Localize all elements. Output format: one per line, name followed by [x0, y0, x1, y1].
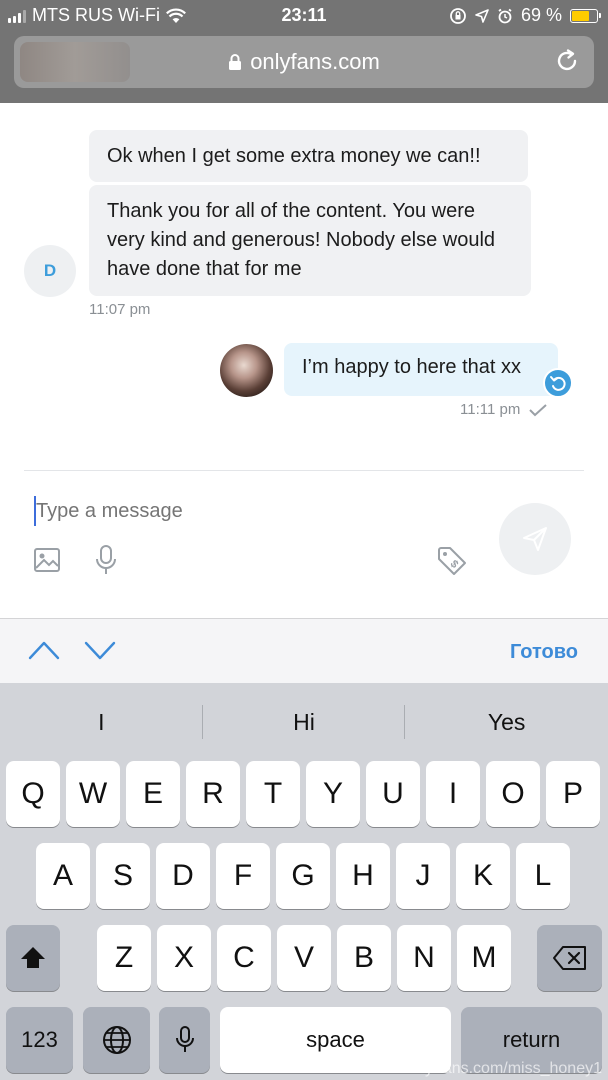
key-b[interactable]: B [337, 925, 391, 991]
image-icon[interactable] [33, 546, 61, 574]
incoming-message[interactable]: Thank you for all of the content. You we… [89, 185, 531, 296]
reload-icon[interactable] [554, 48, 580, 74]
key-d[interactable]: D [156, 843, 210, 909]
url-text: onlyfans.com [250, 49, 380, 74]
message-input[interactable] [34, 496, 454, 526]
key-z[interactable]: Z [97, 925, 151, 991]
contact-avatar[interactable]: D [24, 245, 76, 297]
divider [24, 470, 584, 471]
suggestion[interactable]: Hi [203, 683, 406, 755]
numbers-key[interactable]: 123 [6, 1007, 73, 1073]
chevron-up-icon[interactable] [28, 639, 60, 661]
undo-icon[interactable] [543, 368, 573, 398]
key-a[interactable]: A [36, 843, 90, 909]
address-bar[interactable]: onlyfans.com [14, 36, 594, 88]
suggestion-bar: I Hi Yes [0, 683, 608, 755]
key-p[interactable]: P [546, 761, 600, 827]
key-c[interactable]: C [217, 925, 271, 991]
globe-key[interactable] [83, 1007, 150, 1073]
shift-key[interactable] [6, 925, 60, 991]
alarm-icon [498, 8, 512, 23]
location-icon [475, 8, 489, 23]
key-r[interactable]: R [186, 761, 240, 827]
key-m[interactable]: M [457, 925, 511, 991]
key-q[interactable]: Q [6, 761, 60, 827]
microphone-icon [175, 1026, 194, 1052]
key-k[interactable]: K [456, 843, 510, 909]
key-t[interactable]: T [246, 761, 300, 827]
microphone-icon[interactable] [93, 544, 119, 576]
shift-icon [21, 947, 45, 968]
orientation-lock-icon [450, 7, 466, 24]
keyboard: I Hi Yes QWERTYUIOPASDFGHJKLZXCVBNM 123 … [0, 683, 608, 1080]
keyboard-accessory-bar: Готово [0, 618, 608, 683]
key-s[interactable]: S [96, 843, 150, 909]
key-y[interactable]: Y [306, 761, 360, 827]
watermark: OnlyFans.com/miss_honey1 [400, 1060, 602, 1077]
key-u[interactable]: U [366, 761, 420, 827]
incoming-message[interactable]: Ok when I get some extra money we can!! [89, 130, 528, 182]
send-icon [523, 527, 547, 551]
dictation-key[interactable] [159, 1007, 210, 1073]
delete-key[interactable] [537, 925, 602, 991]
chat-area: Ok when I get some extra money we can!! … [0, 103, 608, 618]
lock-icon [229, 54, 242, 70]
key-v[interactable]: V [277, 925, 331, 991]
key-w[interactable]: W [66, 761, 120, 827]
key-x[interactable]: X [157, 925, 211, 991]
battery-percent: 69 % [520, 5, 562, 25]
key-h[interactable]: H [336, 843, 390, 909]
key-j[interactable]: J [396, 843, 450, 909]
key-f[interactable]: F [216, 843, 270, 909]
outgoing-message[interactable]: I’m happy to here that xx [284, 343, 558, 396]
suggestion[interactable]: I [0, 683, 203, 755]
incoming-timestamp: 11:07 pm [89, 301, 151, 318]
send-button[interactable] [499, 503, 571, 575]
key-l[interactable]: L [516, 843, 570, 909]
suggestion[interactable]: Yes [405, 683, 608, 755]
key-g[interactable]: G [276, 843, 330, 909]
browser-chrome: MTS RUS Wi-Fi 23:11 69 % onlyfans.com [0, 0, 608, 103]
key-e[interactable]: E [126, 761, 180, 827]
checkmark-icon [529, 403, 548, 416]
outgoing-timestamp: 11:11 pm [460, 401, 521, 418]
key-o[interactable]: O [486, 761, 540, 827]
key-n[interactable]: N [397, 925, 451, 991]
backspace-icon [552, 946, 586, 970]
done-button[interactable]: Готово [510, 641, 578, 664]
globe-icon [102, 1026, 131, 1054]
battery-icon [570, 8, 601, 23]
price-tag-icon[interactable]: $ [436, 545, 468, 577]
own-avatar[interactable] [220, 344, 273, 397]
status-bar: MTS RUS Wi-Fi 23:11 69 % [0, 0, 608, 32]
key-i[interactable]: I [426, 761, 480, 827]
chevron-down-icon[interactable] [84, 639, 116, 661]
